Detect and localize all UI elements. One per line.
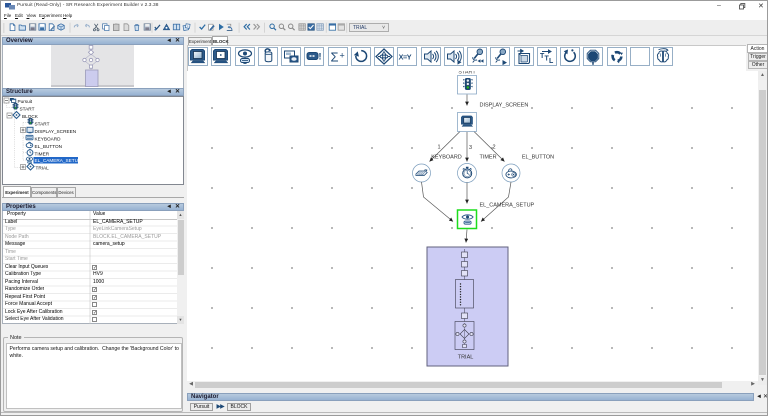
svg-text:KEYBOARD: KEYBOARD: [431, 155, 462, 161]
svg-text:EL_CAMERA_SETUP: EL_CAMERA_SETUP: [480, 203, 535, 209]
svg-text:EL_BUTTON: EL_BUTTON: [35, 144, 63, 149]
svg-text:START: START: [35, 122, 50, 127]
svg-text:3: 3: [469, 145, 472, 151]
svg-text:1: 1: [438, 145, 441, 151]
svg-text:TIMER: TIMER: [35, 152, 50, 157]
svg-text:EL_BUTTON: EL_BUTTON: [522, 155, 554, 161]
svg-text:DISPLAY_SCREEN: DISPLAY_SCREEN: [480, 103, 529, 109]
svg-text:START: START: [458, 71, 476, 75]
svg-text:TIMER: TIMER: [479, 155, 496, 161]
svg-text:Pursuit: Pursuit: [18, 99, 33, 104]
svg-text:EL_CAMERA_SETUP: EL_CAMERA_SETUP: [35, 158, 82, 163]
svg-text:DISPLAY_SCREEN: DISPLAY_SCREEN: [35, 129, 77, 134]
svg-text:KEYBOARD: KEYBOARD: [35, 137, 62, 142]
svg-text:TRIAL: TRIAL: [458, 355, 474, 361]
svg-text:2: 2: [493, 145, 496, 151]
svg-text:TRIAL: TRIAL: [36, 166, 50, 171]
svg-text:START: START: [20, 107, 35, 112]
